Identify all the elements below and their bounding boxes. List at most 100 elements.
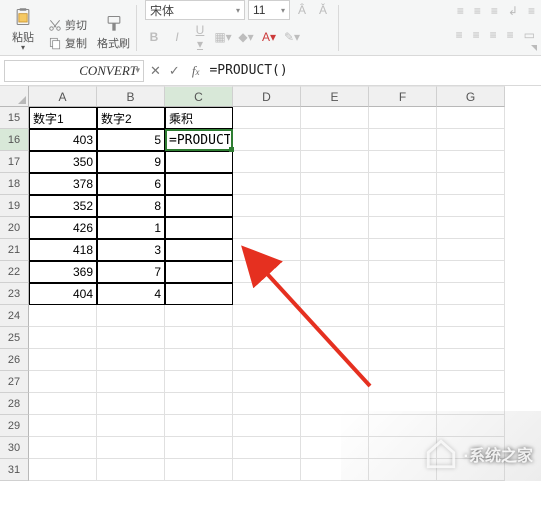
cell-D26[interactable] [233, 349, 301, 371]
cell-A24[interactable] [29, 305, 97, 327]
cell-C18[interactable] [165, 173, 233, 195]
cell-G23[interactable] [437, 283, 505, 305]
fill-color-button[interactable]: ◆▾ [237, 30, 255, 44]
align-center-button[interactable]: ≡ [473, 28, 480, 42]
cell-G28[interactable] [437, 393, 505, 415]
cell-D24[interactable] [233, 305, 301, 327]
cell-B17[interactable]: 9 [97, 151, 165, 173]
cell-F24[interactable] [369, 305, 437, 327]
cell-E27[interactable] [301, 371, 369, 393]
cell-F22[interactable] [369, 261, 437, 283]
cell-D18[interactable] [233, 173, 301, 195]
italic-button[interactable]: I [168, 30, 186, 44]
font-name-select[interactable]: 宋体 ▾ [145, 0, 245, 20]
cell-E24[interactable] [301, 305, 369, 327]
cell-F26[interactable] [369, 349, 437, 371]
cell-B22[interactable]: 7 [97, 261, 165, 283]
cell-B20[interactable]: 1 [97, 217, 165, 239]
cell-F15[interactable] [369, 107, 437, 129]
decrease-font-button[interactable]: Ǎ [314, 3, 332, 17]
cell-C19[interactable] [165, 195, 233, 217]
row-header-16[interactable]: 16 [0, 129, 29, 151]
row-header-21[interactable]: 21 [0, 239, 29, 261]
cell-A20[interactable]: 426 [29, 217, 97, 239]
cell-B30[interactable] [97, 437, 165, 459]
name-box[interactable]: CONVERT ▾ [4, 60, 144, 82]
row-header-26[interactable]: 26 [0, 349, 29, 371]
wrap-text-button[interactable]: ↲ [508, 4, 518, 18]
cell-C28[interactable] [165, 393, 233, 415]
column-header-A[interactable]: A [29, 86, 97, 107]
paste-button[interactable]: 粘贴 ▾ [12, 6, 34, 51]
cell-B25[interactable] [97, 327, 165, 349]
cell-A26[interactable] [29, 349, 97, 371]
cell-E26[interactable] [301, 349, 369, 371]
cell-D31[interactable] [233, 459, 301, 481]
column-header-B[interactable]: B [97, 86, 165, 107]
row-header-19[interactable]: 19 [0, 195, 29, 217]
font-size-select[interactable]: 11 ▾ [248, 0, 290, 20]
cell-C17[interactable] [165, 151, 233, 173]
cell-G27[interactable] [437, 371, 505, 393]
increase-font-button[interactable]: Â [293, 3, 311, 17]
cell-B19[interactable]: 8 [97, 195, 165, 217]
cell-B29[interactable] [97, 415, 165, 437]
row-header-23[interactable]: 23 [0, 283, 29, 305]
column-header-G[interactable]: G [437, 86, 505, 107]
cell-G21[interactable] [437, 239, 505, 261]
cell-D17[interactable] [233, 151, 301, 173]
font-color-button[interactable]: A▾ [260, 30, 278, 44]
cell-G15[interactable] [437, 107, 505, 129]
cell-C30[interactable] [165, 437, 233, 459]
dialog-launcher-icon[interactable] [531, 45, 537, 51]
cell-G25[interactable] [437, 327, 505, 349]
column-header-E[interactable]: E [301, 86, 369, 107]
paste-dropdown-icon[interactable]: ▾ [21, 45, 25, 51]
cell-C15[interactable]: 乘积 [165, 107, 233, 129]
cell-D15[interactable] [233, 107, 301, 129]
cell-A29[interactable] [29, 415, 97, 437]
column-header-C[interactable]: C [165, 86, 233, 107]
select-all-triangle[interactable] [0, 86, 29, 107]
cell-C24[interactable] [165, 305, 233, 327]
cell-E19[interactable] [301, 195, 369, 217]
cell-E23[interactable] [301, 283, 369, 305]
cell-C27[interactable] [165, 371, 233, 393]
copy-button[interactable]: 复制 [48, 35, 87, 51]
accept-formula-button[interactable]: ✓ [169, 63, 180, 79]
cell-G17[interactable] [437, 151, 505, 173]
cell-A31[interactable] [29, 459, 97, 481]
cell-E22[interactable] [301, 261, 369, 283]
cut-button[interactable]: 剪切 [48, 17, 87, 33]
row-header-25[interactable]: 25 [0, 327, 29, 349]
cell-A21[interactable]: 418 [29, 239, 97, 261]
underline-button[interactable]: U ▾ [191, 23, 209, 51]
cell-A19[interactable]: 352 [29, 195, 97, 217]
cell-A30[interactable] [29, 437, 97, 459]
cell-B15[interactable]: 数字2 [97, 107, 165, 129]
formula-input[interactable] [205, 60, 537, 82]
row-header-29[interactable]: 29 [0, 415, 29, 437]
cell-F20[interactable] [369, 217, 437, 239]
cell-E30[interactable] [301, 437, 369, 459]
cell-F16[interactable] [369, 129, 437, 151]
cell-G16[interactable] [437, 129, 505, 151]
align-bottom-button[interactable]: ≡ [491, 4, 498, 18]
cell-F27[interactable] [369, 371, 437, 393]
align-middle-button[interactable]: ≡ [474, 4, 481, 18]
cell-C21[interactable] [165, 239, 233, 261]
column-header-D[interactable]: D [233, 86, 301, 107]
cell-D30[interactable] [233, 437, 301, 459]
cell-grid[interactable]: 数字1数字2乘积4035=PRODUCT()350937863528426141… [29, 107, 541, 481]
column-header-F[interactable]: F [369, 86, 437, 107]
cell-B27[interactable] [97, 371, 165, 393]
highlight-button[interactable]: ✎▾ [283, 30, 301, 44]
cell-G24[interactable] [437, 305, 505, 327]
align-left-button[interactable]: ≡ [456, 28, 463, 42]
borders-button[interactable]: ▦▾ [214, 30, 232, 44]
row-header-17[interactable]: 17 [0, 151, 29, 173]
cell-G19[interactable] [437, 195, 505, 217]
row-header-22[interactable]: 22 [0, 261, 29, 283]
cell-C22[interactable] [165, 261, 233, 283]
cell-C26[interactable] [165, 349, 233, 371]
